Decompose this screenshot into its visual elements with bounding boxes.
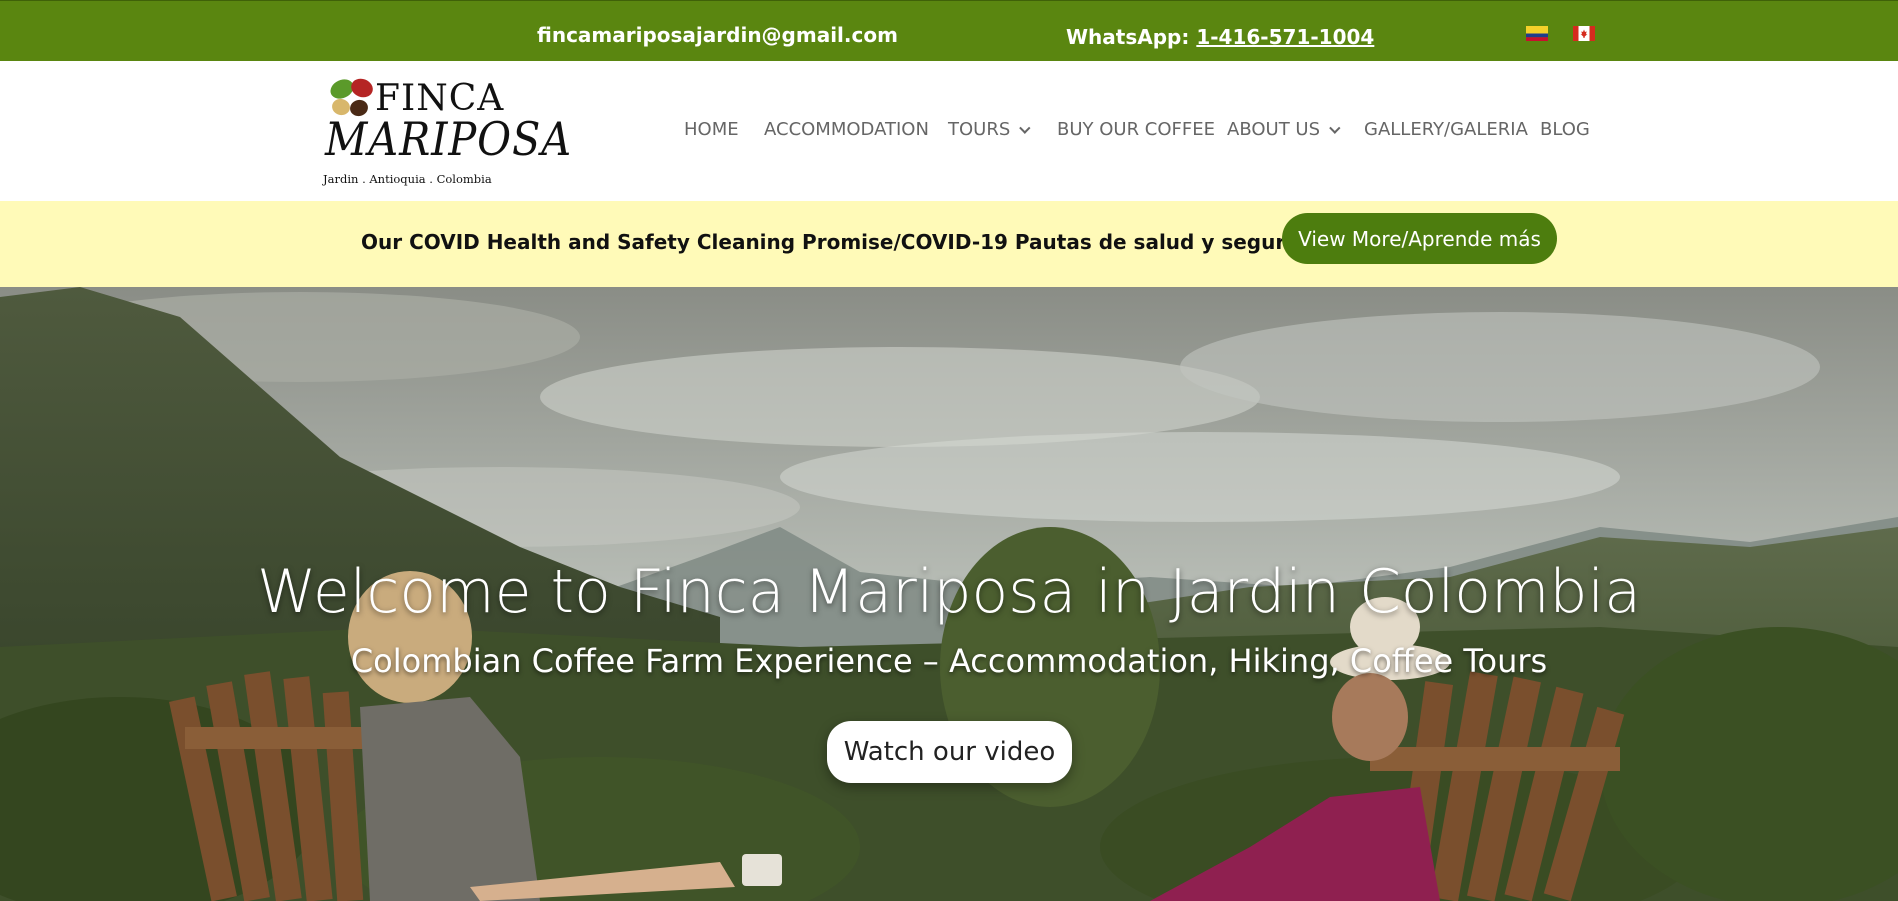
colombia-flag-icon[interactable] (1526, 26, 1548, 41)
chevron-down-icon (1019, 122, 1031, 134)
site-header: FINCA MARIPOSA Jardin . Antioquia . Colo… (0, 61, 1898, 201)
covid-notice-text: Our COVID Health and Safety Cleaning Pro… (361, 230, 1335, 254)
hero-section: Welcome to Finca Mariposa in Jardin Colo… (0, 287, 1898, 901)
nav-item-tours-label: TOURS (948, 119, 1011, 140)
chevron-down-icon (1329, 122, 1341, 134)
email-link[interactable]: fincamariposajardin@gmail.com (537, 23, 898, 47)
nav-item-accommodation[interactable]: ACCOMMODATION (764, 119, 929, 140)
hero-title: Welcome to Finca Mariposa in Jardin Colo… (257, 557, 1641, 627)
canada-flag-icon[interactable] (1573, 26, 1595, 41)
nav-item-tours[interactable]: TOURS (948, 119, 1031, 140)
logo-text-mariposa: MARIPOSA (325, 112, 573, 166)
watch-video-button[interactable]: Watch our video (827, 721, 1072, 783)
nav-item-about-us-label: ABOUT US (1227, 119, 1321, 140)
site-logo[interactable]: FINCA MARIPOSA Jardin . Antioquia . Colo… (323, 76, 571, 188)
view-more-button[interactable]: View More/Aprende más (1282, 213, 1557, 264)
nav-item-buy-our-coffee[interactable]: BUY OUR COFFEE (1057, 119, 1215, 140)
whatsapp-label: WhatsApp: (1066, 25, 1197, 49)
whatsapp-phone-link[interactable]: 1-416-571-1004 (1196, 25, 1374, 49)
nav-item-gallery[interactable]: GALLERY/GALERIA (1364, 119, 1528, 140)
hero-subtitle: Colombian Coffee Farm Experience – Accom… (350, 642, 1548, 680)
nav-item-home[interactable]: HOME (684, 119, 739, 140)
logo-tagline: Jardin . Antioquia . Colombia (323, 172, 492, 186)
whatsapp-contact: WhatsApp: 1-416-571-1004 (1066, 25, 1374, 49)
nav-item-blog[interactable]: BLOG (1540, 119, 1590, 140)
covid-notice-bar: Our COVID Health and Safety Cleaning Pro… (0, 201, 1898, 287)
nav-item-about-us[interactable]: ABOUT US (1227, 119, 1341, 140)
top-contact-bar: fincamariposajardin@gmail.com WhatsApp: … (0, 0, 1898, 61)
